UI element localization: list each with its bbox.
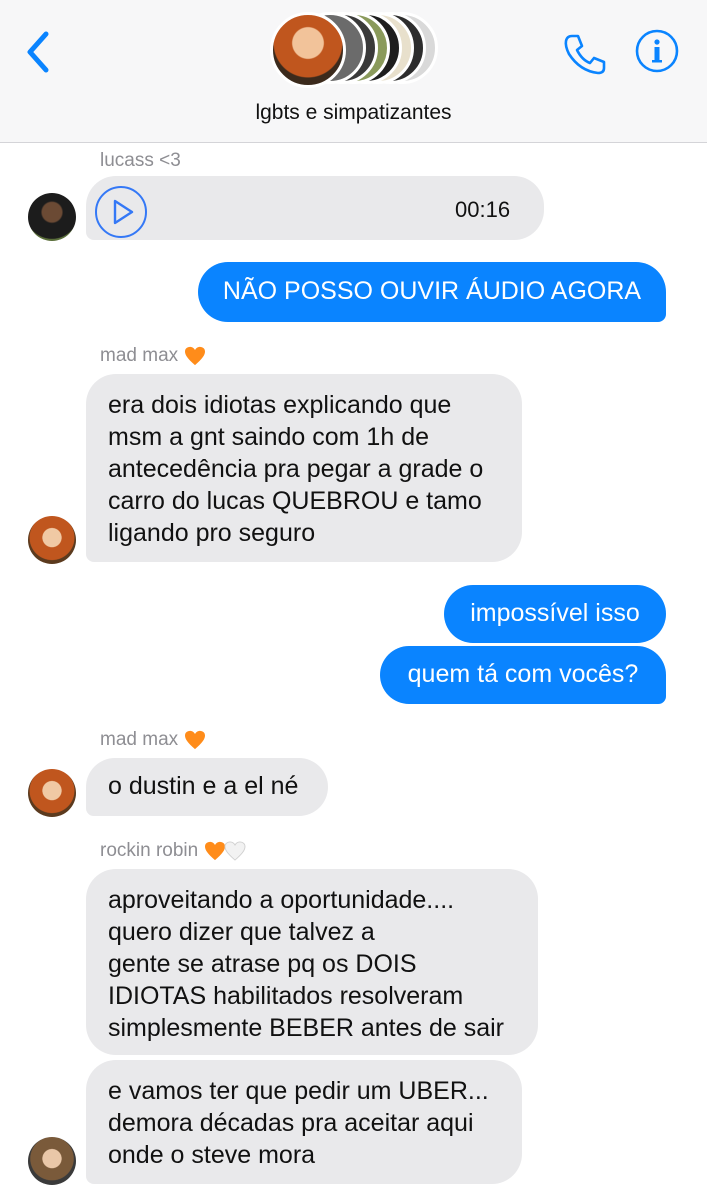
incoming-message-bubble[interactable]: era dois idiotas explicando que msm a gn…: [86, 374, 522, 562]
sender-name: mad max: [100, 729, 206, 751]
incoming-message-bubble[interactable]: o dustin e a el né: [86, 758, 328, 816]
info-button[interactable]: [634, 28, 680, 74]
avatar[interactable]: [28, 516, 76, 564]
orange-heart-icon: [185, 730, 206, 750]
outgoing-message-bubble[interactable]: NÃO POSSO OUVIR ÁUDIO AGORA: [198, 262, 666, 322]
avatar[interactable]: [28, 769, 76, 817]
call-button[interactable]: [560, 30, 608, 78]
chat-header: lgbts e simpatizantes: [0, 0, 707, 143]
play-icon: [113, 199, 134, 225]
group-avatar-stack[interactable]: [270, 10, 440, 88]
sender-name: lucass <3: [100, 150, 181, 172]
sender-label: mad max: [100, 345, 179, 366]
sender-label: mad max: [100, 729, 179, 750]
sender-label: rockin robin: [100, 840, 199, 861]
audio-duration: 00:16: [455, 197, 511, 222]
sender-name: rockin robin: [100, 840, 246, 862]
white-heart-icon: [224, 841, 246, 861]
sender-label: lucass <3: [100, 150, 181, 171]
avatar[interactable]: [28, 193, 76, 241]
avatar[interactable]: [28, 1137, 76, 1185]
member-avatar: [270, 12, 346, 88]
incoming-message-bubble[interactable]: aproveitando a oportunidade.... quero di…: [86, 869, 538, 1055]
incoming-message-bubble[interactable]: e vamos ter que pedir um UBER... demora …: [86, 1060, 522, 1184]
back-button[interactable]: [22, 28, 58, 76]
sender-name: mad max: [100, 345, 206, 367]
orange-heart-icon: [185, 346, 206, 366]
group-name[interactable]: lgbts e simpatizantes: [0, 101, 707, 125]
outgoing-message-bubble[interactable]: impossível isso: [444, 585, 666, 643]
play-audio-button[interactable]: [95, 186, 147, 238]
outgoing-message-bubble[interactable]: quem tá com vocês?: [380, 646, 666, 704]
back-chevron-icon: [27, 31, 49, 73]
phone-icon: [564, 34, 606, 75]
info-icon: [635, 29, 679, 73]
orange-heart-icon: [205, 841, 226, 861]
